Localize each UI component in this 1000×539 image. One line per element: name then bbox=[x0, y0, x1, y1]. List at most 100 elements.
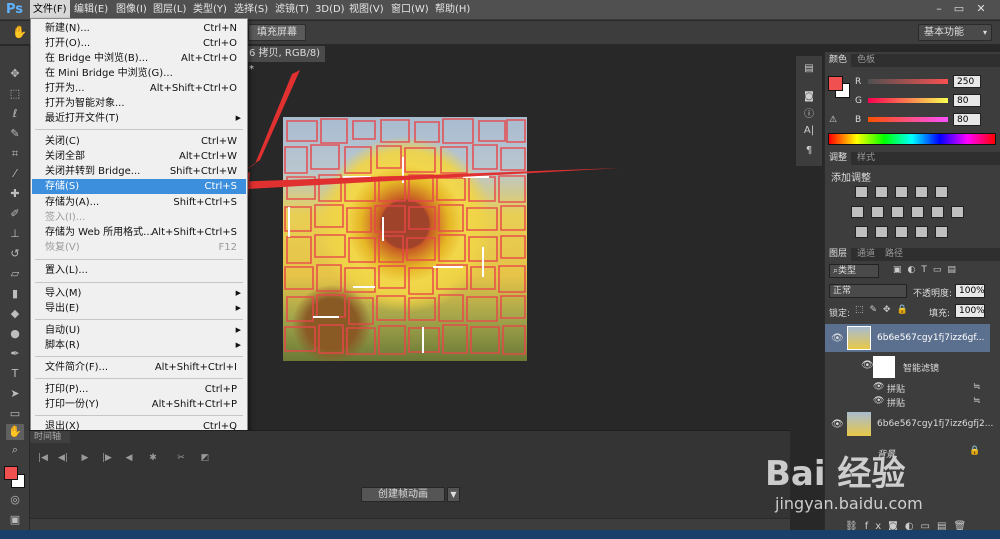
lock-icons[interactable]: ⬚✎✥🔒 bbox=[855, 305, 914, 315]
g-value-field[interactable]: 80 bbox=[953, 94, 981, 107]
brush-tool-icon[interactable]: ✐ bbox=[6, 206, 24, 222]
eyedropper-tool-icon[interactable]: ⁄ bbox=[6, 166, 24, 182]
tab-styles[interactable]: 样式 bbox=[853, 152, 879, 165]
settings-icon[interactable]: ✱ bbox=[146, 451, 160, 465]
close-icon[interactable]: ✕ bbox=[972, 2, 990, 16]
layer-row-smart-filters[interactable]: 👁 智能滤镜 bbox=[825, 354, 990, 382]
blur-tool-icon[interactable]: ◆ bbox=[6, 306, 24, 322]
layer-row-smart-object[interactable]: 👁 6b6e567cgy1fj7izz6gf... bbox=[825, 324, 990, 352]
pen-tool-icon[interactable]: ✒ bbox=[6, 346, 24, 362]
healing-tool-icon[interactable]: ✚ bbox=[6, 186, 24, 202]
eye-icon[interactable]: 👁 bbox=[831, 333, 844, 344]
curves-icon[interactable] bbox=[895, 186, 908, 198]
menu-item-print-one[interactable]: 打印一份(Y) Alt+Shift+Ctrl+P bbox=[32, 397, 246, 412]
paragraph-icon[interactable]: ¶ bbox=[801, 144, 817, 158]
chevron-down-icon[interactable]: ▼ bbox=[447, 487, 460, 502]
type-tool-icon[interactable]: T bbox=[6, 366, 24, 382]
transition-icon[interactable]: ◩ bbox=[198, 451, 212, 465]
history-icon[interactable]: ▤ bbox=[801, 62, 817, 76]
menu-item-open-as[interactable]: 打开为... Alt+Shift+Ctrl+O bbox=[32, 81, 246, 96]
menu-filter[interactable]: 滤镜(T) bbox=[272, 0, 312, 20]
vibrance-icon[interactable] bbox=[935, 186, 948, 198]
menu-item-browse-mini-bridge[interactable]: 在 Mini Bridge 中浏览(G)... bbox=[32, 66, 246, 81]
r-slider[interactable] bbox=[868, 79, 948, 84]
blend-mode-select[interactable]: 正常 bbox=[829, 284, 907, 298]
menu-type[interactable]: 类型(Y) bbox=[190, 0, 230, 20]
scissors-icon[interactable]: ✂ bbox=[174, 451, 188, 465]
layer-row-copy[interactable]: 👁 6b6e567cgy1fj7izz6gfj2... bbox=[825, 410, 993, 438]
menu-item-close-go-bridge[interactable]: 关闭并转到 Bridge... Shift+Ctrl+W bbox=[32, 164, 246, 179]
menu-item-open[interactable]: 打开(O)... Ctrl+O bbox=[32, 36, 246, 51]
quick-mask-icon[interactable]: ◎ bbox=[6, 492, 24, 508]
menu-item-file-info[interactable]: 文件简介(F)... Alt+Shift+Ctrl+I bbox=[32, 360, 246, 375]
gradient-tool-icon[interactable]: ▮ bbox=[6, 286, 24, 302]
selective-color-icon[interactable] bbox=[915, 226, 928, 238]
color-balance-icon[interactable] bbox=[871, 206, 884, 218]
menu-item-place[interactable]: 置入(L)... bbox=[32, 263, 246, 278]
eye-icon[interactable]: 👁 bbox=[873, 396, 884, 406]
minimize-icon[interactable]: – bbox=[930, 2, 948, 16]
path-select-tool-icon[interactable]: ➤ bbox=[6, 386, 24, 402]
first-frame-icon[interactable]: |◀ bbox=[36, 451, 50, 465]
workspace-select[interactable]: 基本功能 ▾ bbox=[918, 24, 992, 41]
eraser-tool-icon[interactable]: ▱ bbox=[6, 266, 24, 282]
opacity-field[interactable]: 100% bbox=[955, 284, 985, 298]
tab-paths[interactable]: 路径 bbox=[881, 248, 907, 261]
quick-select-tool-icon[interactable]: ✎ bbox=[6, 126, 24, 142]
menu-item-print[interactable]: 打印(P)... Ctrl+P bbox=[32, 382, 246, 397]
menu-item-close[interactable]: 关闭(C) Ctrl+W bbox=[32, 134, 246, 149]
gradient-map-icon[interactable] bbox=[935, 226, 948, 238]
info-icon[interactable]: ⓘ bbox=[801, 108, 817, 122]
prev-frame-icon[interactable]: ◀| bbox=[56, 451, 70, 465]
next-frame-icon[interactable]: |▶ bbox=[100, 451, 114, 465]
menu-item-browse-bridge[interactable]: 在 Bridge 中浏览(B)... Alt+Ctrl+O bbox=[32, 51, 246, 66]
b-value-field[interactable]: 80 bbox=[953, 113, 981, 126]
tab-adjustments[interactable]: 调整 bbox=[825, 152, 852, 165]
crop-tool-icon[interactable]: ⌗ bbox=[6, 146, 24, 162]
brightness-icon[interactable] bbox=[855, 186, 868, 198]
menu-edit[interactable]: 编辑(E) bbox=[71, 0, 111, 20]
marquee-tool-icon[interactable]: ⬚ bbox=[6, 86, 24, 102]
tab-channels[interactable]: 通道 bbox=[853, 248, 879, 261]
character-icon[interactable]: A| bbox=[801, 124, 817, 138]
dodge-tool-icon[interactable]: ● bbox=[6, 326, 24, 342]
tab-layers[interactable]: 图层 bbox=[825, 248, 852, 261]
menu-help[interactable]: 帮助(H) bbox=[432, 0, 473, 20]
menu-image[interactable]: 图像(I) bbox=[113, 0, 150, 20]
menu-layer[interactable]: 图层(L) bbox=[150, 0, 189, 20]
eye-icon[interactable]: 👁 bbox=[831, 419, 844, 430]
tab-color[interactable]: 颜色 bbox=[825, 54, 852, 67]
g-slider[interactable] bbox=[868, 98, 948, 103]
black-white-icon[interactable] bbox=[891, 206, 904, 218]
shape-tool-icon[interactable]: ▭ bbox=[6, 406, 24, 422]
menu-item-export[interactable]: 导出(E) ▶ bbox=[32, 301, 246, 316]
foreground-color-swatch[interactable] bbox=[828, 76, 843, 91]
layer-kind-filter[interactable]: ⌕类型 bbox=[829, 264, 879, 278]
eye-icon[interactable]: 👁 bbox=[873, 382, 884, 392]
color-lookup-icon[interactable] bbox=[951, 206, 964, 218]
b-slider[interactable] bbox=[868, 117, 948, 122]
menu-item-close-all[interactable]: 关闭全部 Alt+Ctrl+W bbox=[32, 149, 246, 164]
levels-icon[interactable] bbox=[875, 186, 888, 198]
filter-options-icon[interactable]: ≒ bbox=[973, 396, 981, 406]
hand-tool-icon[interactable]: ✋ bbox=[6, 424, 24, 440]
audio-icon[interactable]: ◀ bbox=[122, 451, 136, 465]
fill-screen-button[interactable]: 填充屏幕 bbox=[248, 24, 306, 41]
channel-mixer-icon[interactable] bbox=[931, 206, 944, 218]
color-spectrum-bar[interactable] bbox=[828, 133, 996, 145]
menu-item-save[interactable]: 存储(S) Ctrl+S bbox=[32, 179, 246, 194]
tab-swatches[interactable]: 色板 bbox=[853, 54, 879, 67]
exposure-icon[interactable] bbox=[915, 186, 928, 198]
fill-field[interactable]: 100% bbox=[955, 304, 985, 318]
menu-item-scripts[interactable]: 脚本(R) ▶ bbox=[32, 338, 246, 353]
hue-saturation-icon[interactable] bbox=[851, 206, 864, 218]
menu-select[interactable]: 选择(S) bbox=[231, 0, 271, 20]
foreground-color-swatch[interactable] bbox=[4, 466, 18, 480]
invert-icon[interactable] bbox=[855, 226, 868, 238]
menu-item-new[interactable]: 新建(N)... Ctrl+N bbox=[32, 21, 246, 36]
menu-item-save-for-web[interactable]: 存储为 Web 所用格式... Alt+Shift+Ctrl+S bbox=[32, 225, 246, 240]
menu-item-open-smart-object[interactable]: 打开为智能对象... bbox=[32, 96, 246, 111]
photo-filter-icon[interactable] bbox=[911, 206, 924, 218]
r-value-field[interactable]: 250 bbox=[953, 75, 981, 88]
menu-item-automate[interactable]: 自动(U) ▶ bbox=[32, 323, 246, 338]
